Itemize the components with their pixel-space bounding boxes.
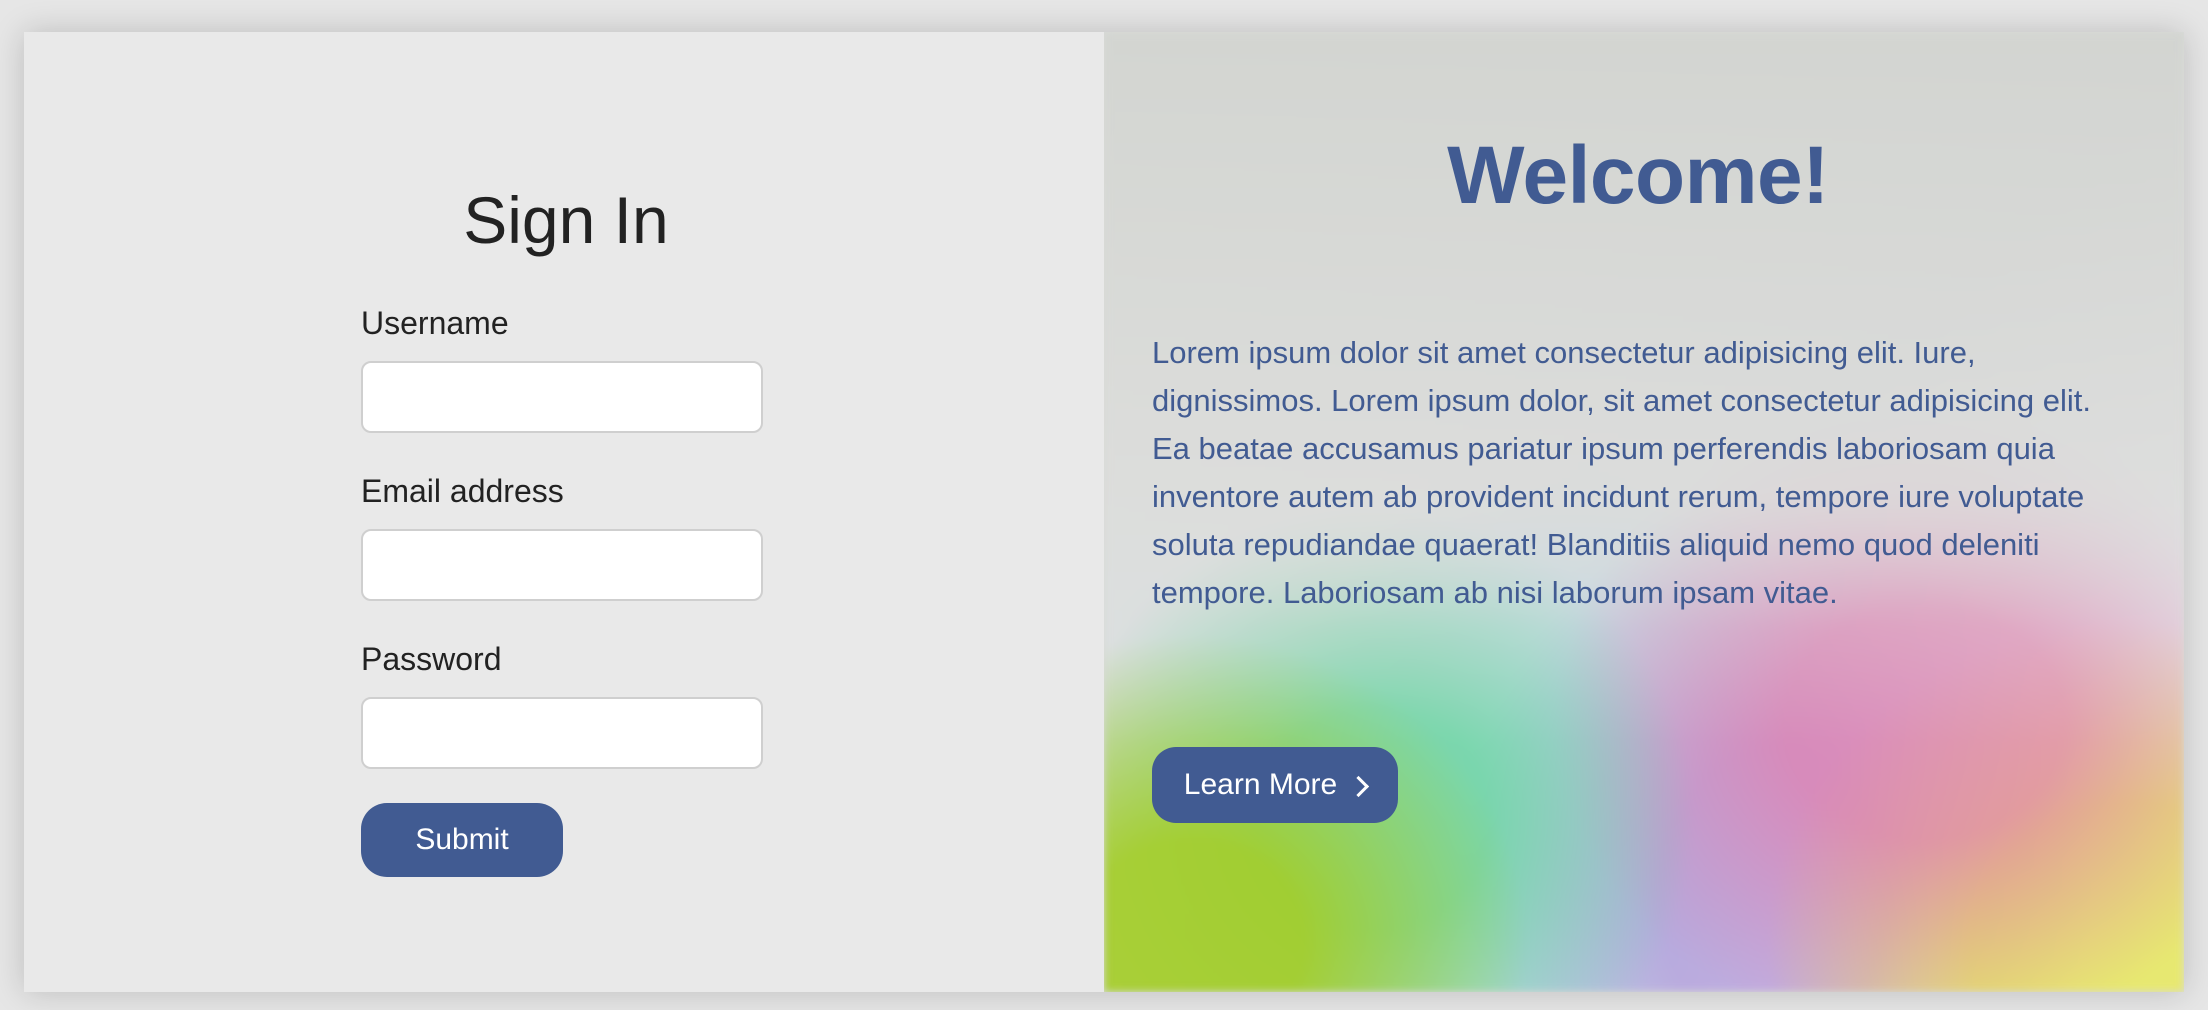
welcome-title: Welcome! bbox=[1447, 130, 1829, 221]
signin-title: Sign In bbox=[463, 183, 669, 257]
auth-card: Sign In Username Email address Password … bbox=[24, 32, 2184, 992]
welcome-body: Lorem ipsum dolor sit amet consectetur a… bbox=[1152, 335, 2092, 610]
signin-panel: Sign In Username Email address Password … bbox=[24, 32, 1104, 992]
password-label: Password bbox=[361, 641, 502, 677]
username-label: Username bbox=[361, 305, 509, 341]
signin-form: Sign In Username Email address Password … bbox=[361, 152, 771, 877]
password-input[interactable] bbox=[361, 697, 763, 769]
username-input[interactable] bbox=[361, 361, 763, 433]
learn-more-label: Learn More bbox=[1183, 768, 1338, 801]
email-input[interactable] bbox=[361, 529, 763, 601]
email-label: Email address bbox=[361, 473, 564, 509]
welcome-content: Welcome! Lorem ipsum dolor sit amet cons… bbox=[1104, 32, 2184, 992]
welcome-panel: Welcome! Lorem ipsum dolor sit amet cons… bbox=[1104, 32, 2184, 992]
learn-more-button[interactable]: Learn More bbox=[1152, 747, 1398, 823]
submit-button[interactable]: Submit bbox=[361, 803, 563, 877]
chevron-right-icon bbox=[1348, 775, 1370, 797]
